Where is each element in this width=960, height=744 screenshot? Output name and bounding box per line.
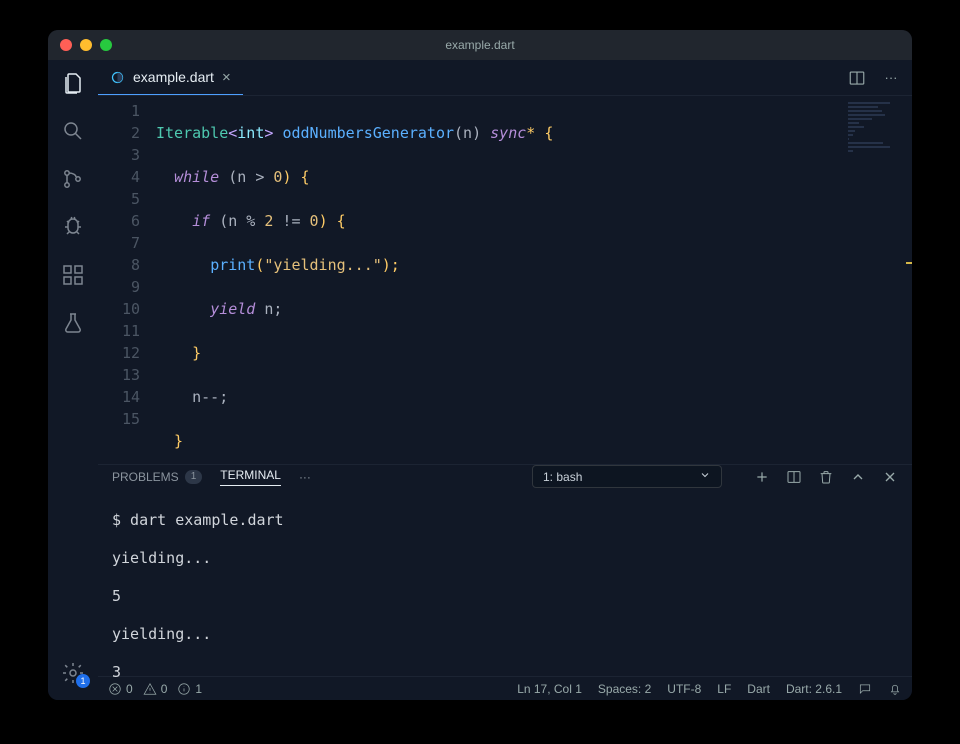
tab-label: example.dart — [133, 69, 214, 85]
tab-terminal[interactable]: TERMINAL — [220, 468, 281, 486]
test-icon[interactable] — [60, 310, 86, 336]
line-gutter: 1 2 3 4 5 6 7 8 9 10 11 12 13 14 15 — [98, 100, 156, 464]
terminal-output[interactable]: $ dart example.dart yielding... 5 yieldi… — [98, 488, 912, 700]
more-panel-icon[interactable]: ··· — [299, 470, 311, 484]
tab-problems[interactable]: PROBLEMS 1 — [112, 470, 202, 484]
maximize-panel-icon[interactable] — [850, 469, 866, 485]
window-title: example.dart — [48, 38, 912, 52]
tab-example-dart[interactable]: example.dart × — [98, 60, 243, 95]
code-content[interactable]: Iterable<int> oddNumbersGenerator(n) syn… — [156, 100, 912, 464]
source-control-icon[interactable] — [60, 166, 86, 192]
panel-tabs: PROBLEMS 1 TERMINAL ··· 1: bash — [98, 465, 912, 488]
chevron-down-icon — [699, 469, 711, 484]
new-terminal-icon[interactable] — [754, 469, 770, 485]
activity-bar: 1 — [48, 60, 98, 700]
editor-actions: ··· — [848, 69, 912, 87]
split-terminal-icon[interactable] — [786, 469, 802, 485]
settings-badge: 1 — [76, 674, 90, 688]
dart-file-icon — [110, 70, 125, 85]
split-editor-icon[interactable] — [848, 69, 866, 87]
debug-icon[interactable] — [60, 214, 86, 240]
bottom-panel: PROBLEMS 1 TERMINAL ··· 1: bash — [98, 464, 912, 676]
problems-count-badge: 1 — [185, 470, 203, 484]
close-panel-icon[interactable] — [882, 469, 898, 485]
terminal-selector[interactable]: 1: bash — [532, 465, 722, 488]
search-icon[interactable] — [60, 118, 86, 144]
settings-gear-icon[interactable]: 1 — [60, 660, 86, 686]
titlebar: example.dart — [48, 30, 912, 60]
tab-close-icon[interactable]: × — [222, 69, 231, 86]
editor-tabs: example.dart × ··· — [98, 60, 912, 96]
terminal-selector-label: 1: bash — [543, 470, 582, 484]
more-actions-icon[interactable]: ··· — [882, 69, 900, 87]
main-area: example.dart × ··· 1 2 3 4 5 6 7 8 9 10 … — [98, 60, 912, 700]
overview-ruler-marker — [906, 262, 912, 264]
minimap[interactable] — [848, 102, 908, 182]
editor-window: example.dart 1 — [48, 30, 912, 700]
editor-area[interactable]: 1 2 3 4 5 6 7 8 9 10 11 12 13 14 15 Iter… — [98, 96, 912, 464]
explorer-icon[interactable] — [60, 70, 86, 96]
kill-terminal-icon[interactable] — [818, 469, 834, 485]
panel-actions — [754, 469, 898, 485]
extensions-icon[interactable] — [60, 262, 86, 288]
